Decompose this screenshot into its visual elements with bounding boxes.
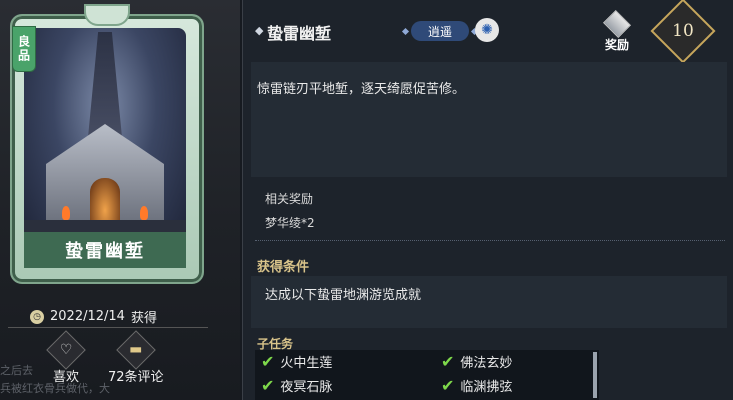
subtask-label: 夜冥石脉: [280, 380, 333, 395]
comment-button[interactable]: ▬ 72条评论: [108, 330, 164, 385]
detail-panel: ◆ 蛰雷幽堑 逍遥 ✺ 奖励 10 惊雷链刃平地堑，逐天绮愿促苦修。 相关奖励 …: [242, 0, 733, 400]
obtained-info: ◷ 2022/12/14 获得: [30, 307, 157, 326]
art-fire: [62, 206, 70, 220]
subtask-item: ✔ 夜冥石脉: [261, 376, 332, 395]
subtask-label: 火中生莲: [280, 356, 333, 371]
background-text: 之后去: [0, 364, 33, 377]
card-artwork: [24, 28, 186, 248]
gift-box-icon: [602, 9, 632, 39]
reward-item: 梦华绫*2: [265, 216, 315, 230]
heart-icon: ♡: [46, 330, 86, 370]
reward-button[interactable]: 奖励: [595, 9, 639, 56]
subtask-label: 临渊拂弦: [460, 380, 513, 395]
check-icon: ✔: [441, 351, 455, 371]
rewards-title: 相关奖励: [265, 192, 314, 206]
pinwheel-icon: ✺: [475, 18, 499, 42]
check-icon: ✔: [261, 375, 275, 395]
subtask-item: ✔ 火中生莲: [261, 352, 332, 371]
separator: [255, 240, 725, 241]
check-icon: ✔: [261, 351, 275, 371]
art-fire: [140, 206, 148, 220]
category-tag: 逍遥: [411, 21, 469, 41]
obtained-label: 获得: [130, 311, 157, 326]
description-text: 惊雷链刃平地堑，逐天绮愿促苦修。: [257, 82, 466, 97]
page-title: 蛰雷幽堑: [267, 24, 332, 43]
scrollbar[interactable]: [593, 352, 597, 398]
level-number: 10: [672, 21, 694, 41]
quality-badge: 良品: [12, 26, 36, 72]
subtask-item: ✔ 临渊拂弦: [441, 376, 512, 395]
obtained-date: 2022/12/14: [50, 309, 125, 324]
clock-icon: ◷: [30, 309, 44, 324]
achievement-card[interactable]: 良品 蛰雷幽堑: [10, 4, 204, 292]
card-ornament: [84, 4, 130, 26]
panel-header: ◆ 蛰雷幽堑 逍遥 ✺ 奖励 10: [243, 0, 733, 64]
condition-title: 获得条件: [257, 260, 310, 275]
like-button[interactable]: ♡ 喜欢: [46, 330, 86, 385]
subtask-item: ✔ 佛法玄妙: [441, 352, 512, 371]
comment-icon: ▬: [115, 330, 156, 370]
divider: [8, 327, 208, 328]
subtask-label: 佛法玄妙: [460, 356, 513, 371]
diamond-icon: ◆: [255, 24, 264, 37]
condition-text: 达成以下蛰雷地渊游览成就: [265, 288, 422, 303]
reward-label: 奖励: [604, 38, 629, 52]
art-door: [90, 178, 120, 224]
check-icon: ✔: [441, 375, 455, 395]
card-name: 蛰雷幽堑: [24, 232, 186, 268]
